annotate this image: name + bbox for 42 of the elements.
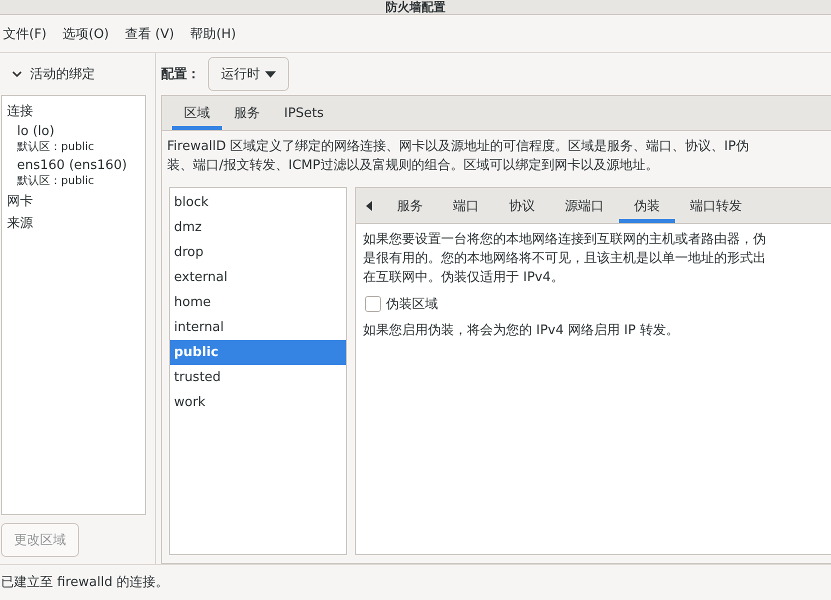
zone-item[interactable]: work — [170, 390, 346, 415]
tab[interactable]: 端口转发 — [675, 188, 757, 223]
menu-item[interactable]: 选项(O) — [62, 24, 110, 42]
group-label: 来源 — [6, 215, 34, 233]
chevron-icon[interactable] — [12, 69, 22, 79]
checkbox-label: 伪装区域 — [386, 296, 438, 313]
window-title: 防火墙配置 — [386, 0, 446, 14]
zone-item[interactable]: public — [170, 340, 346, 365]
menu-item[interactable]: 文件(F) — [3, 24, 47, 42]
bindings-header: 活动的绑定 — [30, 66, 95, 83]
tab[interactable]: 服务 — [222, 96, 272, 130]
zone-item[interactable]: block — [170, 190, 346, 215]
menu-item[interactable]: 查看 (V) — [125, 24, 174, 42]
tab[interactable]: 协议 — [494, 188, 550, 223]
zone-item[interactable]: home — [170, 290, 346, 315]
zone-item[interactable]: external — [170, 265, 346, 290]
tab[interactable]: 端口 — [438, 188, 494, 223]
scroll-left-icon[interactable] — [366, 200, 372, 210]
zone-item[interactable]: trusted — [170, 365, 346, 390]
zone-item[interactable]: dmz — [170, 215, 346, 240]
tab[interactable]: IPSets — [272, 96, 336, 130]
config-label: 配置： — [161, 66, 200, 83]
group-label: 网卡 — [6, 193, 34, 211]
masquerade-note-text: 如果您启用伪装，将会为您的 IPv4 网络启用 IP 转发。 — [363, 322, 680, 340]
config-dropdown[interactable]: 运行时 — [208, 57, 289, 91]
masquerade-info-text: 如果您要设置一台将您的本地网络连接到互联网的主机或者路由器，伪 — [363, 231, 767, 249]
status-bar-text: 已建立至 firewalld 的连接。 — [0, 564, 831, 591]
menu-item[interactable]: 帮助(H) — [190, 24, 236, 42]
caret-icon — [265, 70, 276, 78]
description-text: 装、端口/报文转发、ICMP过滤以及富规则的组合。区域可以绑定到网卡以及源地址。 — [167, 157, 660, 175]
tab[interactable]: 伪装 — [619, 188, 675, 223]
tab[interactable]: 源端口 — [550, 188, 619, 223]
checkbox[interactable] — [365, 296, 381, 312]
zone-item[interactable]: internal — [170, 315, 346, 340]
description-text: FirewallD 区域定义了绑定的网络连接、网卡以及源地址的可信程度。区域是服务、端口、协议、IP伪 — [167, 138, 750, 156]
group-label: 连接 — [6, 103, 34, 121]
masquerade-info-text: 是很有用的。您的本地网络将不可见，且该主机是以单一地址的形式出 — [363, 250, 767, 268]
zone-item[interactable]: drop — [170, 240, 346, 265]
binding-item[interactable]: ens160 (ens160) 默认区：public — [2, 156, 145, 190]
binding-item[interactable]: lo (lo) 默认区：public — [2, 122, 145, 156]
tab[interactable]: 服务 — [382, 188, 438, 223]
masquerade-info-text: 在互联网中。伪装仅适用于 IPv4。 — [363, 269, 565, 287]
